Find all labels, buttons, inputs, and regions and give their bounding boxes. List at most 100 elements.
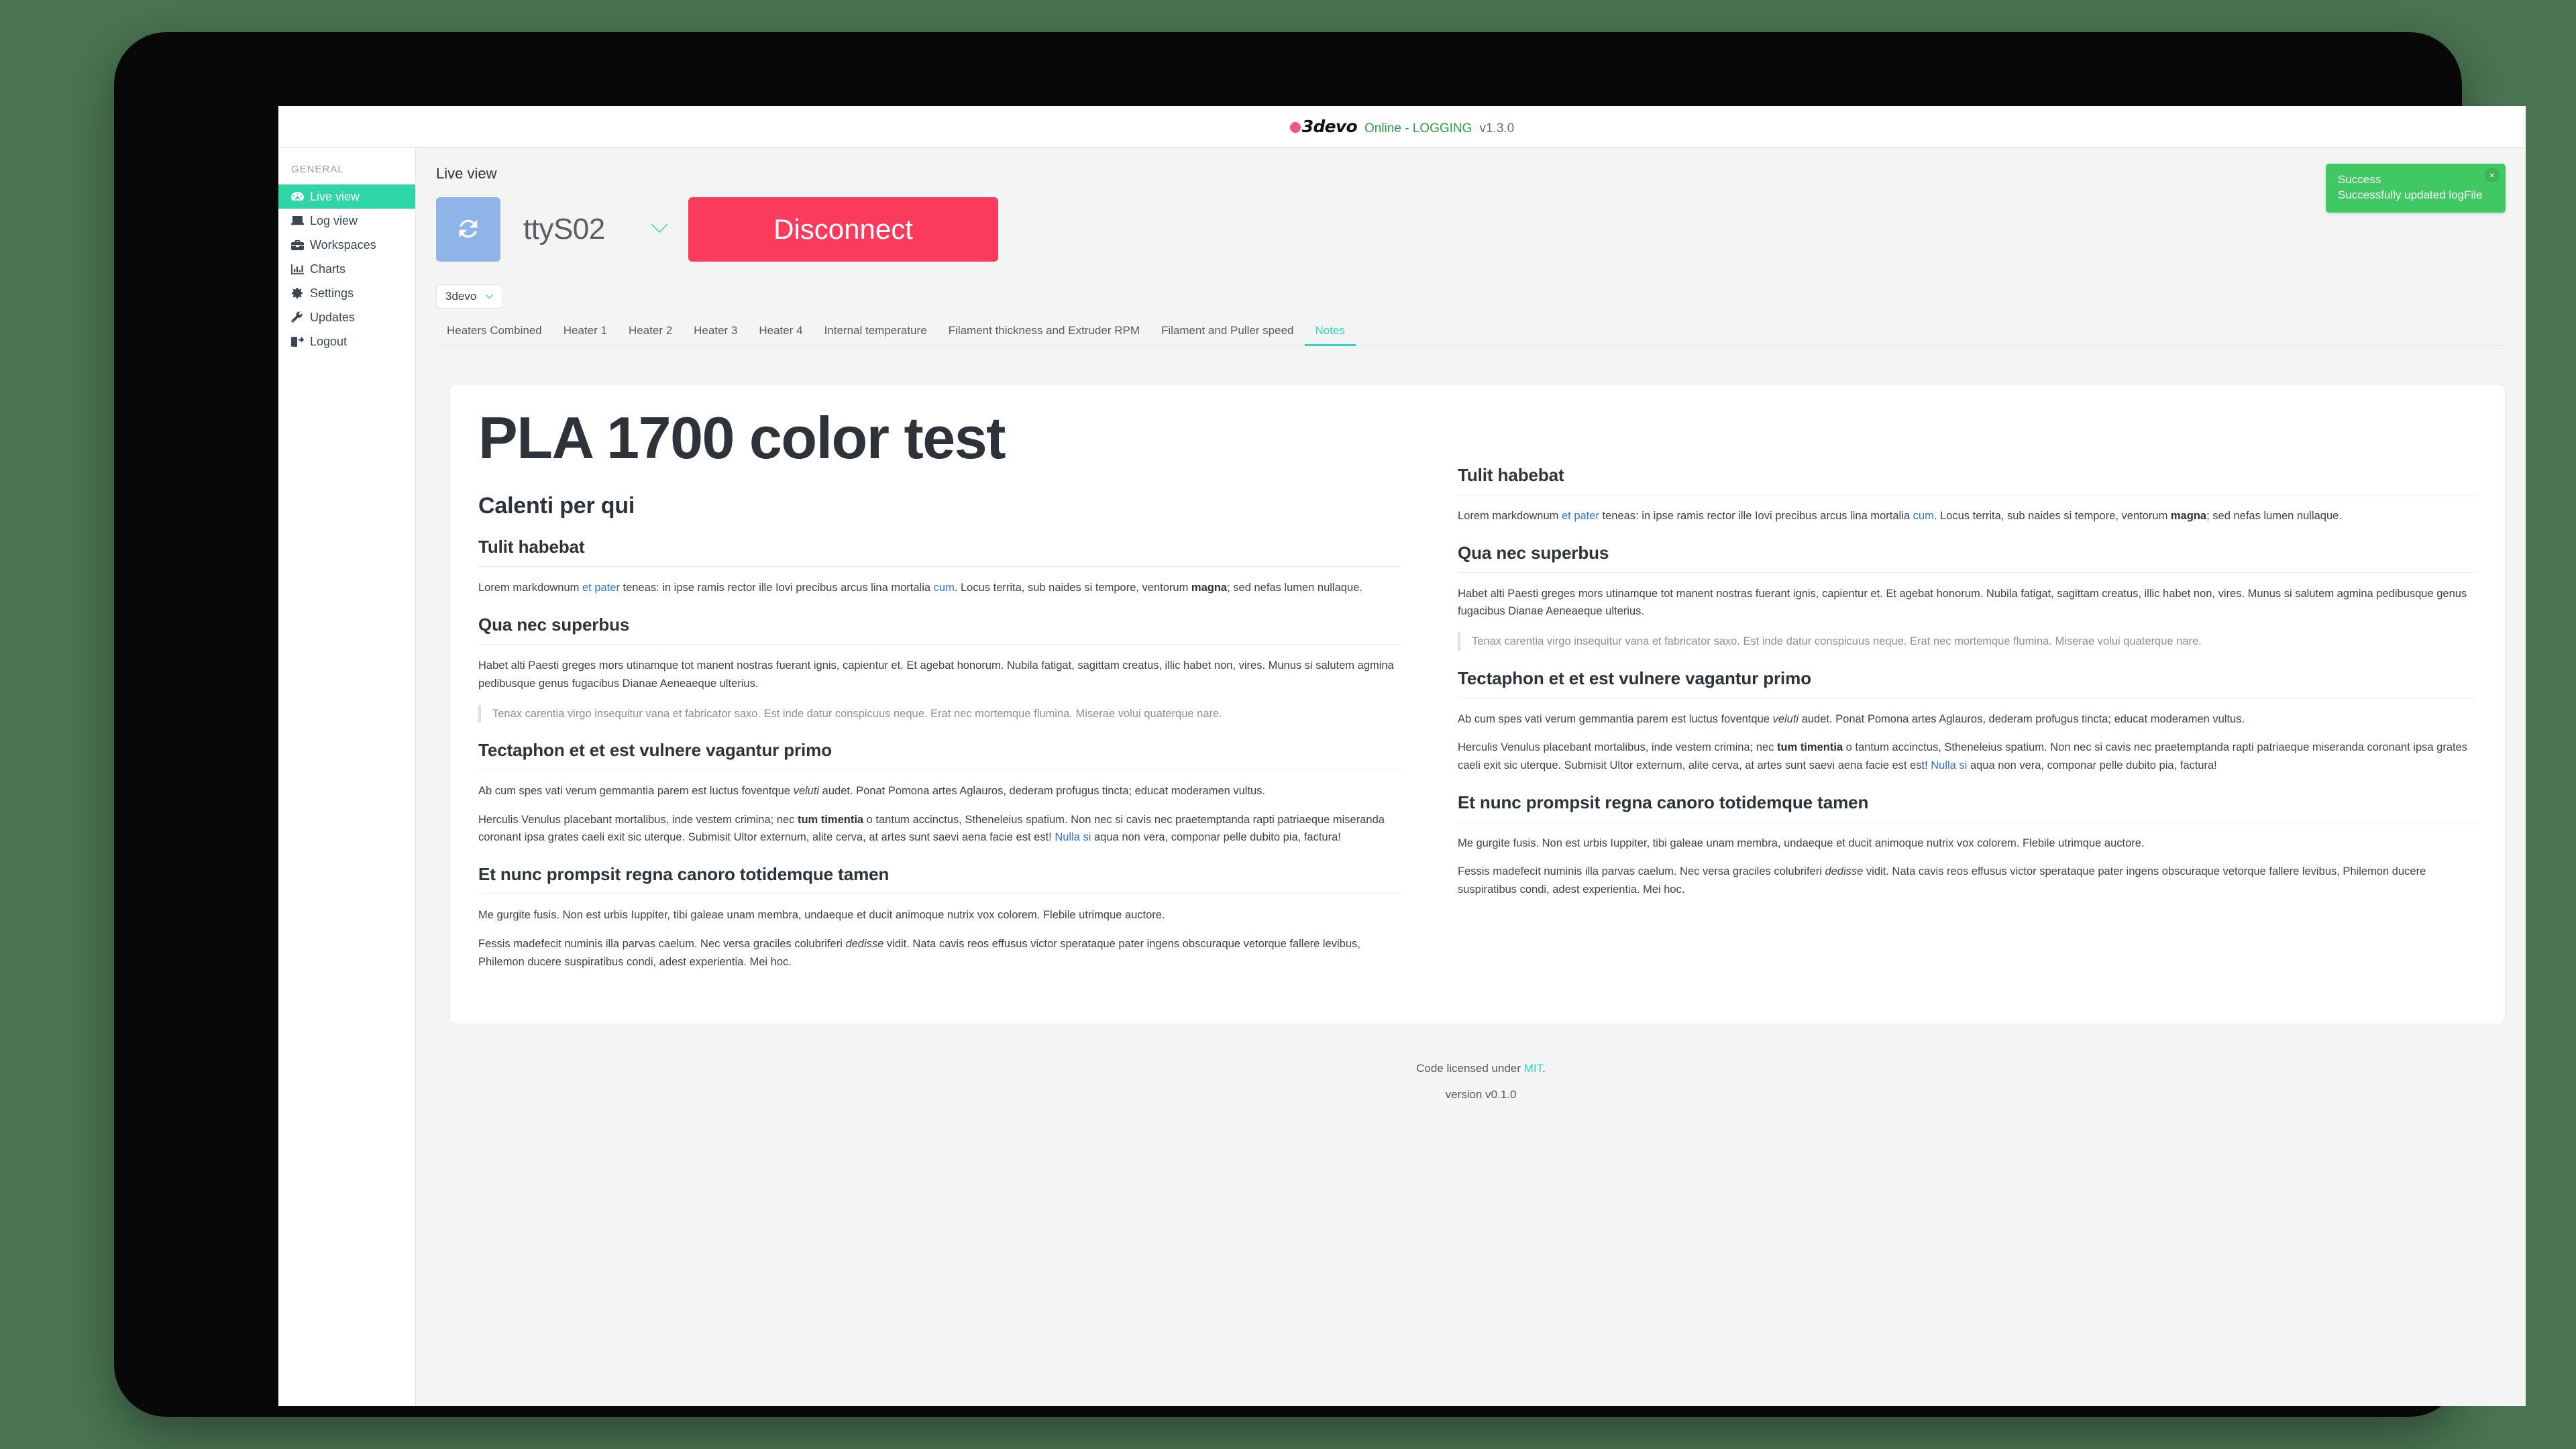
text-run: Lorem markdownum [1458, 510, 1562, 522]
text-run: Ab cum spes vati verum gemmantia parem e… [478, 784, 794, 797]
note-paragraph: Habet alti Paesti greges mors utinamque … [1458, 587, 2467, 618]
text-run: Code licensed under [1416, 1062, 1524, 1075]
sidebar-item-workspaces[interactable]: Workspaces [278, 233, 415, 257]
notes-column-right: Tulit habebat Lorem markdownum et pater … [1430, 384, 2505, 1024]
sidebar-section-heading: GENERAL [291, 164, 344, 175]
text-run: Fessis madefecit numinis illa parvas cae… [478, 937, 846, 950]
text-run: ; sed nefas lumen nullaque. [2206, 510, 2342, 522]
mit-license-link[interactable]: MIT [1524, 1062, 1542, 1075]
sidebar-item-updates[interactable]: Updates [278, 305, 415, 329]
note-heading-et-nunc: Et nunc prompsit regna canoro totidemque… [478, 864, 1401, 895]
wrench-icon [291, 311, 305, 323]
tab-heater-3[interactable]: Heater 3 [683, 319, 748, 346]
note-italic-dedisse: dedisse [845, 937, 884, 950]
brand-logo: 3devo [1289, 117, 1358, 136]
note-italic-dedisse: dedisse [1825, 865, 1864, 878]
text-run: Lorem markdownum [478, 582, 582, 594]
note-link-nulla-si[interactable]: Nulla si [1931, 759, 1967, 771]
chevron-down-icon [485, 290, 494, 303]
disconnect-button[interactable]: Disconnect [688, 197, 998, 262]
note-heading-qua-nec-superbus: Qua nec superbus [1458, 543, 2477, 573]
note-heading-tulit-habebat: Tulit habebat [1458, 465, 2477, 495]
refresh-icon [455, 215, 482, 244]
brand-name: 3devo [1301, 117, 1358, 136]
tab-heater-4[interactable]: Heater 4 [748, 319, 813, 346]
serial-port-select[interactable]: ttyS02 [500, 197, 688, 262]
text-run: Ab cum spes vati verum gemmantia parem e… [1458, 712, 1773, 725]
note-link-et-pater[interactable]: et pater [1562, 510, 1599, 522]
toast-title: Success [2338, 173, 2381, 186]
chevron-down-icon [649, 222, 669, 237]
note-heading-qua-nec-superbus: Qua nec superbus [478, 614, 1401, 645]
text-run: teneas: in ipse ramis rector ille Iovi p… [1599, 510, 1913, 522]
sidebar-item-label: Settings [310, 286, 354, 300]
sidebar-item-label: Workspaces [310, 237, 376, 252]
sidebar-item-log-view[interactable]: Log view [278, 209, 415, 233]
footer-version: version v0.1.0 [1445, 1088, 1517, 1102]
briefcase-icon [291, 239, 305, 250]
sidebar: GENERAL Live view Log view Workspaces Ch… [278, 148, 416, 1406]
bar-chart-icon [291, 264, 305, 274]
note-link-cum[interactable]: cum [1913, 510, 1934, 522]
note-subtitle: Calenti per qui [478, 493, 635, 519]
note-paragraph: Lorem markdownum et pater teneas: in ips… [478, 579, 1401, 597]
text-run: Herculis Venulus placebant mortalibus, i… [1458, 741, 1777, 754]
sidebar-item-settings[interactable]: Settings [278, 281, 415, 305]
tab-filament-thickness-extruder-rpm[interactable]: Filament thickness and Extruder RPM [938, 319, 1150, 346]
note-paragraph: Me gurgite fusis. Non est urbis Iuppiter… [1458, 837, 2145, 849]
main-content: Live view ttyS02 Disconnect 3devo Heater… [416, 148, 2526, 1406]
workspace-value: 3devo [445, 290, 477, 303]
tab-filament-puller-speed[interactable]: Filament and Puller speed [1150, 319, 1305, 346]
dashboard-icon [291, 191, 305, 202]
page-footer: Code licensed under MIT. version v0.1.0 [436, 1024, 2526, 1108]
note-paragraph: Me gurgite fusis. Non est urbis Iuppiter… [478, 909, 1165, 922]
note-title: PLA 1700 color test [478, 405, 1006, 471]
sidebar-item-logout[interactable]: Logout [278, 329, 415, 354]
text-run: ; sed nefas lumen nullaque. [1227, 582, 1362, 594]
note-paragraph: Lorem markdownum et pater teneas: in ips… [1458, 507, 2477, 525]
tablet-device-frame: 3devo Online - LOGGING v1.3.0 GENERAL Li… [114, 32, 2526, 1417]
text-run: aqua non vera, componar pelle dubito pia… [1091, 831, 1341, 844]
tab-heater-1[interactable]: Heater 1 [553, 319, 618, 346]
refresh-ports-button[interactable] [436, 197, 500, 262]
text-run: . Locus territa, sub naides si tempore, … [1933, 510, 2171, 522]
serial-port-value: ttyS02 [523, 213, 605, 246]
tab-heater-2[interactable]: Heater 2 [618, 319, 683, 346]
note-paragraph: Habet alti Paesti greges mors utinamque … [478, 659, 1394, 690]
text-run: audet. Ponat Pomona artes Aglauros, dede… [1799, 712, 2245, 725]
text-run: . Locus territa, sub naides si tempore, … [954, 582, 1191, 594]
page-title: Live view [436, 165, 497, 182]
tablet-screen: 3devo Online - LOGGING v1.3.0 GENERAL Li… [278, 106, 2526, 1406]
text-run: Herculis Venulus placebant mortalibus, i… [478, 813, 798, 826]
note-paragraph: Ab cum spes vati verum gemmantia parem e… [478, 782, 1401, 800]
connection-controls: ttyS02 Disconnect [436, 197, 2526, 262]
notes-card: PLA 1700 color test Calenti per qui Tuli… [449, 384, 2506, 1024]
note-italic-veluti: veluti [793, 784, 820, 797]
license-line: Code licensed under MIT. [436, 1055, 2526, 1081]
note-paragraph: Herculis Venulus placebant mortalibus, i… [1458, 739, 2477, 774]
note-heading-tectaphon: Tectaphon et et est vulnere vagantur pri… [1458, 668, 2477, 698]
gear-icon [291, 287, 305, 299]
text-run: Fessis madefecit numinis illa parvas cae… [1458, 865, 1825, 878]
app-titlebar: 3devo Online - LOGGING v1.3.0 [278, 106, 2526, 148]
note-blockquote: Tenax carentia virgo insequitur vana et … [478, 704, 1401, 722]
sidebar-item-label: Charts [310, 262, 346, 276]
laptop-icon [291, 215, 305, 226]
note-link-cum[interactable]: cum [934, 582, 955, 594]
text-run: audet. Ponat Pomona artes Aglauros, dede… [819, 784, 1266, 797]
tab-heaters-combined[interactable]: Heaters Combined [436, 319, 553, 346]
note-link-et-pater[interactable]: et pater [582, 582, 620, 594]
tab-internal-temperature[interactable]: Internal temperature [814, 319, 938, 346]
note-bold-magna: magna [1191, 582, 1228, 594]
note-link-nulla-si[interactable]: Nulla si [1055, 831, 1091, 843]
notes-column-left: PLA 1700 color test Calenti per qui Tuli… [450, 384, 1430, 1024]
chart-tabs: Heaters Combined Heater 1 Heater 2 Heate… [436, 318, 2506, 346]
note-blockquote: Tenax carentia virgo insequitur vana et … [1458, 633, 2477, 651]
text-run: . [1542, 1062, 1546, 1075]
sidebar-item-charts[interactable]: Charts [278, 257, 415, 281]
tab-notes[interactable]: Notes [1304, 319, 1356, 346]
sidebar-item-label: Live view [310, 189, 360, 203]
sidebar-item-live-view[interactable]: Live view [278, 184, 415, 209]
workspace-select[interactable]: 3devo [436, 284, 504, 309]
app-version: v1.3.0 [1479, 121, 1515, 136]
